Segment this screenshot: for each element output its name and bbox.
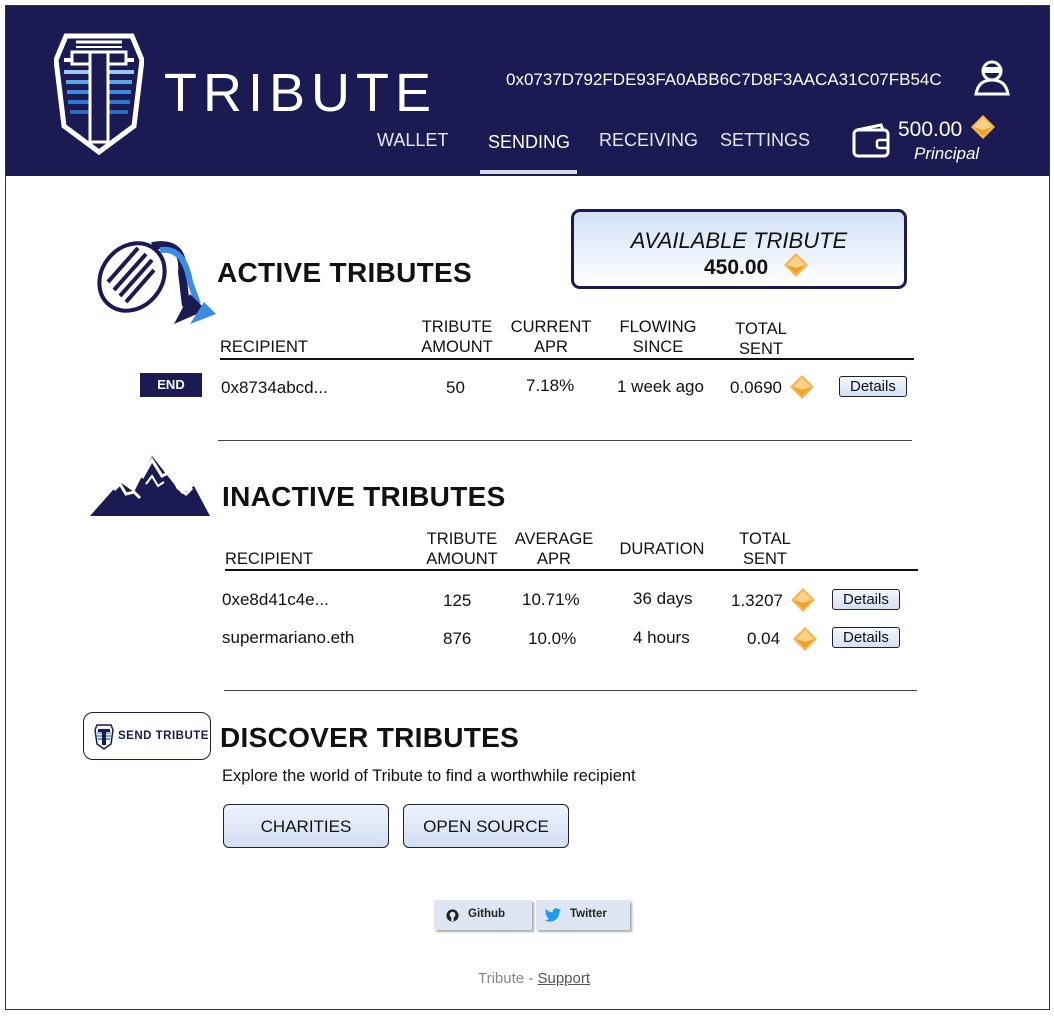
col-current-apr: CURRENT APR [510,318,592,356]
available-tribute-value: 450.00 [704,256,769,279]
send-tribute-label: SEND TRIBUTE [118,730,209,742]
page-frame: TRIBUTE 0x0737D792FDE93FA0ABB6C7D8F3AACA… [5,5,1050,1010]
recipient-cell: 0xe8d41c4e... [222,590,329,609]
github-icon [446,909,459,922]
col-tribute-amount: TRIBUTE AMOUNT [421,318,493,356]
sent-cell: 1.3207 [731,591,783,610]
github-label: Github [468,908,506,920]
col-total-sent: TOTAL SENT [735,320,787,358]
since-cell: 1 week ago [617,377,704,396]
inactive-tributes-title: INACTIVE TRIBUTES [222,481,506,512]
duration-cell: 36 days [633,589,693,608]
charities-button[interactable]: CHARITIES [223,804,389,848]
active-tab-indicator [480,170,577,174]
nav-receiving[interactable]: RECEIVING [599,130,698,151]
amount-cell: 50 [446,378,465,397]
nav-wallet[interactable]: WALLET [377,130,448,151]
apr-cell: 10.71% [522,590,580,609]
table-header-rule [220,358,914,360]
discover-tributes-title: DISCOVER TRIBUTES [220,722,520,753]
top-header: TRIBUTE 0x0737D792FDE93FA0ABB6C7D8F3AACA… [6,6,1049,176]
footer-brand: Tribute - [478,970,538,987]
section-divider [224,690,917,691]
twitter-icon [544,908,562,922]
col-tribute-amount: TRIBUTE AMOUNT [426,530,498,568]
discover-description: Explore the world of Tribute to find a w… [222,767,636,785]
col-average-apr: AVERAGE APR [514,530,594,568]
col-recipient: RECIPIENT [220,338,309,356]
twitter-label: Twitter [570,908,607,920]
wallet-address: 0x0737D792FDE93FA0ABB6C7D8F3AACA31C07FB5… [506,70,942,89]
user-account-icon[interactable] [972,58,1012,96]
available-tribute-title: AVAILABLE TRIBUTE [630,228,848,253]
wallet-icon [852,123,890,158]
section-divider [218,440,912,441]
token-icon [792,626,818,652]
token-icon [789,374,815,400]
recipient-cell: 0x8734abcd... [221,378,328,397]
send-tribute-button[interactable]: SEND TRIBUTE [83,712,211,760]
recipient-cell: supermariano.eth [222,628,355,647]
nav-settings[interactable]: SETTINGS [720,130,810,151]
principal-amount: 500.00 [898,118,963,141]
details-button[interactable]: Details [832,627,900,648]
nav-sending[interactable]: SENDING [488,132,570,153]
support-link[interactable]: Support [537,970,590,987]
apr-cell: 7.18% [526,376,575,395]
amount-cell: 125 [443,591,472,610]
brand-name: TRIBUTE [164,63,438,123]
token-icon [970,114,996,140]
sent-cell: 0.0690 [730,378,782,397]
duration-cell: 4 hours [633,628,690,647]
col-recipient: RECIPIENT [225,550,314,568]
end-tribute-button[interactable]: END [140,373,202,397]
token-icon [790,587,816,613]
col-flowing-since: FLOWING SINCE [619,318,697,356]
amount-cell: 876 [443,629,472,648]
mountain-icon [90,456,210,516]
col-total-sent: TOTAL SENT [739,530,791,568]
details-button[interactable]: Details [832,589,900,610]
tribute-logo-icon [94,724,114,750]
footer: Tribute - Support [478,970,590,987]
sent-cell: 0.04 [747,629,781,648]
github-button[interactable]: Github [434,900,532,930]
details-button[interactable]: Details [839,376,907,397]
col-duration: DURATION [619,540,705,558]
tribute-logo-icon [54,33,144,156]
principal-label: Principal [914,144,980,163]
flowing-tribute-icon [97,241,216,324]
table-header-rule [225,569,918,571]
twitter-button[interactable]: Twitter [536,900,630,930]
apr-cell: 10.0% [528,629,577,648]
active-tributes-title: ACTIVE TRIBUTES [217,257,472,288]
open-source-button[interactable]: OPEN SOURCE [403,804,569,848]
available-tribute-box: AVAILABLE TRIBUTE 450.00 [571,209,907,289]
token-icon [783,252,809,278]
